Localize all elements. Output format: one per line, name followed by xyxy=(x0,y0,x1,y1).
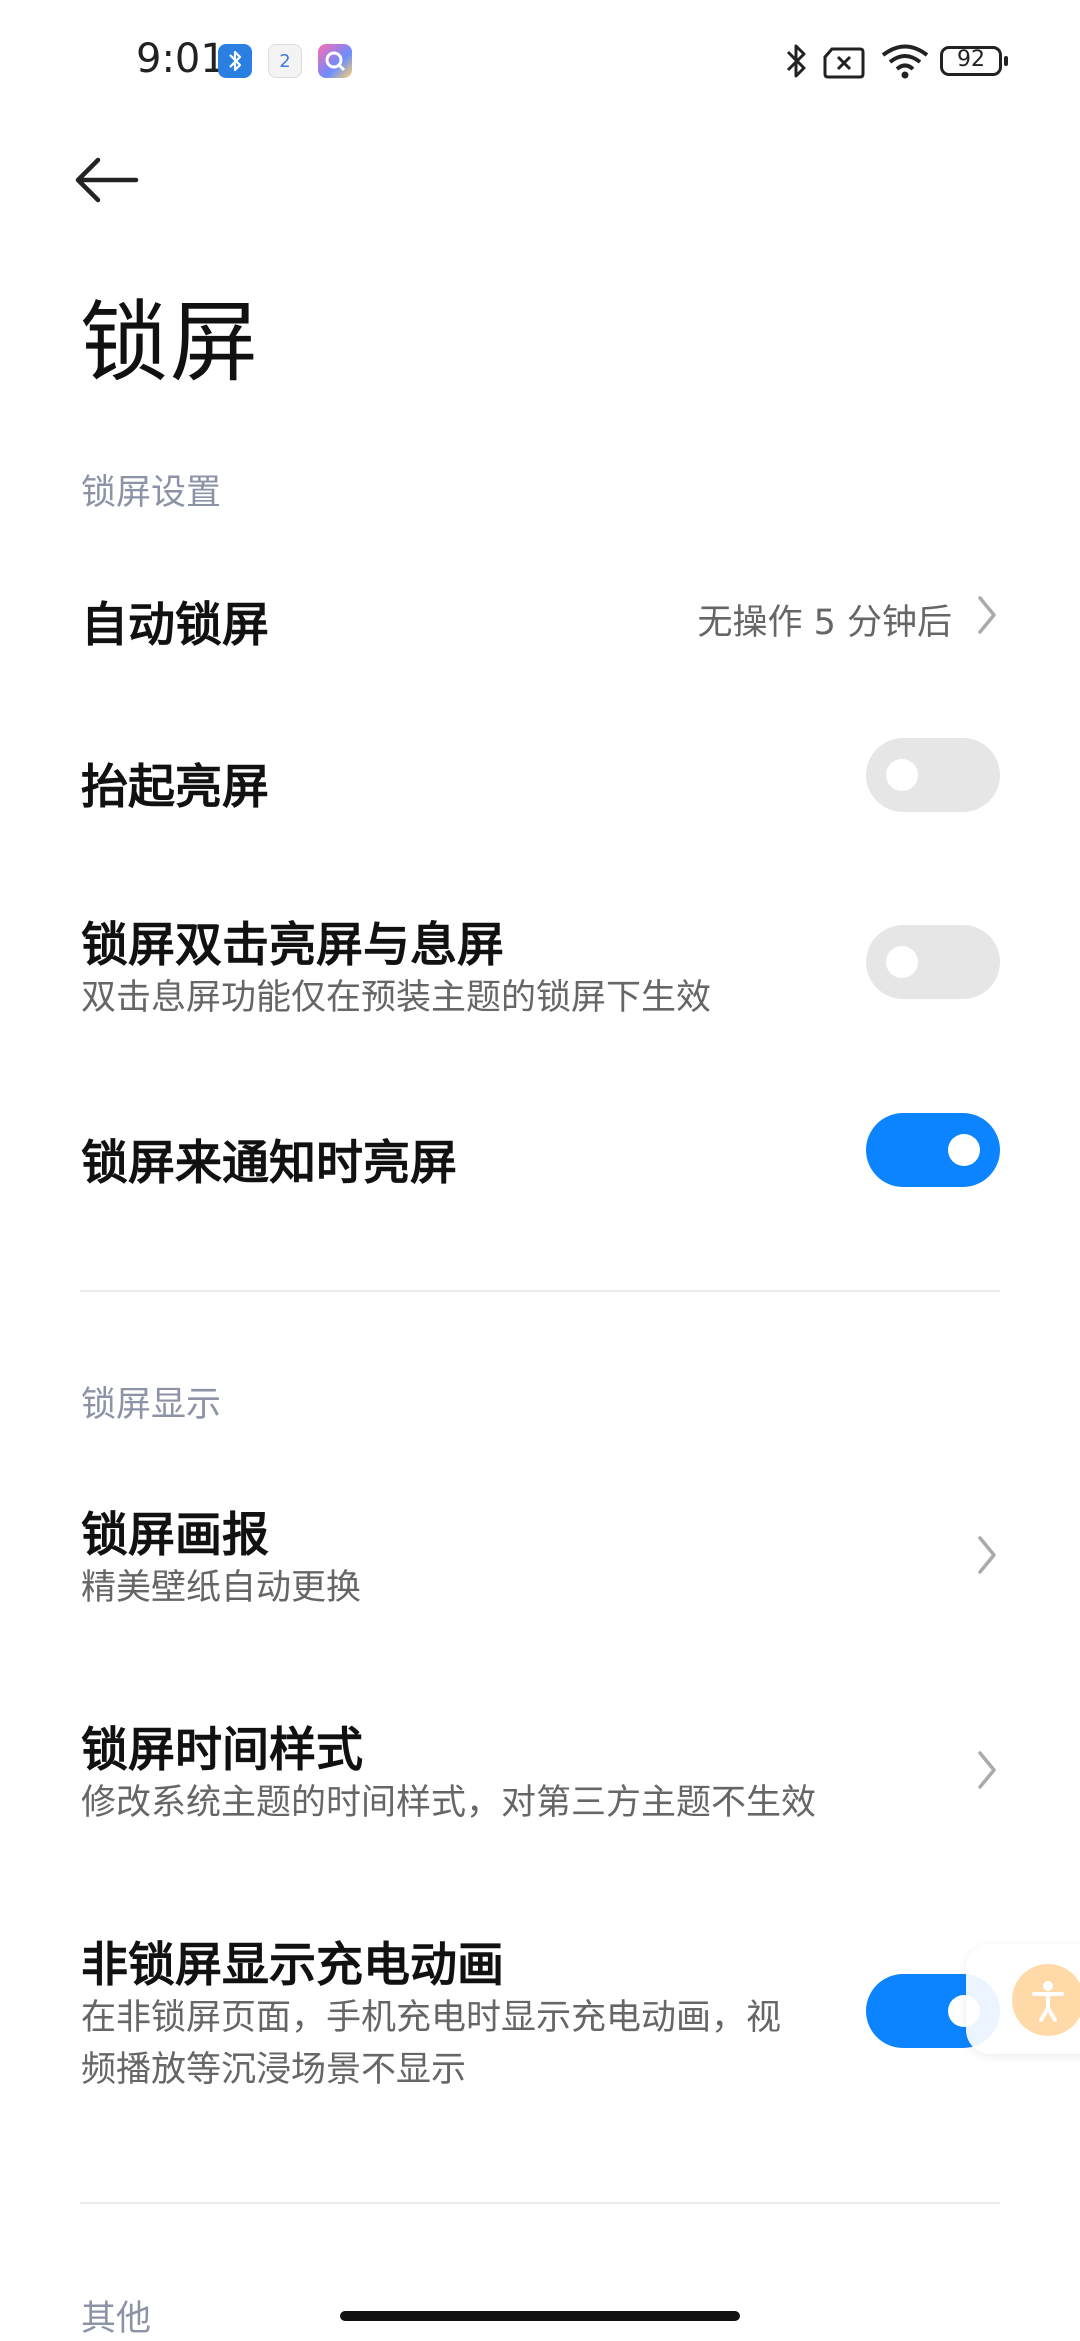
wifi-icon xyxy=(881,44,929,79)
double-tap-toggle[interactable] xyxy=(866,925,1000,999)
notify-wake-title: 锁屏来通知时亮屏 xyxy=(81,1136,457,1191)
bluetooth-icon xyxy=(786,44,806,78)
back-button[interactable] xyxy=(70,150,150,210)
wallpaper-carousel-title: 锁屏画报 xyxy=(81,1508,269,1563)
auto-lock-title: 自动锁屏 xyxy=(81,598,269,653)
status-bar: 9:01 2 92 xyxy=(0,0,1080,120)
charging-animation-subtitle-line2: 频播放等沉浸场景不显示 xyxy=(81,2050,467,2090)
floating-accessibility-button[interactable] xyxy=(966,1944,1080,2054)
raise-to-wake-title: 抬起亮屏 xyxy=(81,760,269,815)
clock-style-title: 锁屏时间样式 xyxy=(81,1723,363,1778)
notify-wake-row[interactable]: 锁屏来通知时亮屏 xyxy=(0,1100,1080,1210)
charging-animation-row[interactable]: 非锁屏显示充电动画 在非锁屏页面，手机充电时显示充电动画，视 频播放等沉浸场景不… xyxy=(0,1910,1080,2110)
wallpaper-carousel-subtitle: 精美壁纸自动更换 xyxy=(81,1568,362,1608)
calendar-day: 2 xyxy=(279,51,291,72)
toggle-knob xyxy=(886,759,918,791)
bluetooth-app-icon xyxy=(218,44,252,78)
status-time: 9:01 xyxy=(136,36,226,82)
double-tap-subtitle: 双击息屏功能仅在预装主题的锁屏下生效 xyxy=(81,978,712,1018)
double-tap-row[interactable]: 锁屏双击亮屏与息屏 双击息屏功能仅在预装主题的锁屏下生效 xyxy=(0,890,1080,1040)
section-header-lock-display: 锁屏显示 xyxy=(81,1385,222,1425)
section-header-other: 其他 xyxy=(81,2299,152,2339)
section-header-lock-settings: 锁屏设置 xyxy=(81,473,222,513)
battery-level: 92 xyxy=(957,47,985,72)
home-indicator[interactable] xyxy=(340,2311,740,2321)
charging-animation-subtitle-line1: 在非锁屏页面，手机充电时显示充电动画，视 xyxy=(81,1998,782,2038)
raise-to-wake-row[interactable]: 抬起亮屏 xyxy=(0,720,1080,830)
auto-lock-value: 无操作 5 分钟后 xyxy=(697,603,952,643)
charging-animation-title: 非锁屏显示充电动画 xyxy=(81,1938,504,1993)
gallery-app-icon xyxy=(318,44,352,78)
toggle-knob xyxy=(948,1134,980,1166)
sim-off-icon xyxy=(823,47,865,79)
section-divider xyxy=(80,1290,1000,1292)
double-tap-title: 锁屏双击亮屏与息屏 xyxy=(81,918,504,973)
toggle-knob xyxy=(886,946,918,978)
wallpaper-carousel-row[interactable]: 锁屏画报 精美壁纸自动更换 xyxy=(0,1480,1080,1630)
section-divider xyxy=(80,2202,1000,2204)
raise-to-wake-toggle[interactable] xyxy=(866,738,1000,812)
clock-style-subtitle: 修改系统主题的时间样式，对第三方主题不生效 xyxy=(81,1783,817,1823)
accessibility-icon-bg xyxy=(1012,1964,1080,2036)
clock-style-row[interactable]: 锁屏时间样式 修改系统主题的时间样式，对第三方主题不生效 xyxy=(0,1695,1080,1845)
chevron-right-icon xyxy=(978,596,996,634)
auto-lock-row[interactable]: 自动锁屏 无操作 5 分钟后 xyxy=(0,560,1080,670)
notify-wake-toggle[interactable] xyxy=(866,1113,1000,1187)
battery-indicator: 92 xyxy=(940,46,1008,76)
page-title: 锁屏 xyxy=(80,291,261,394)
chevron-right-icon xyxy=(978,1751,996,1789)
calendar-app-icon: 2 xyxy=(268,44,302,78)
accessibility-icon xyxy=(1032,1981,1064,2022)
chevron-right-icon xyxy=(978,1536,996,1574)
